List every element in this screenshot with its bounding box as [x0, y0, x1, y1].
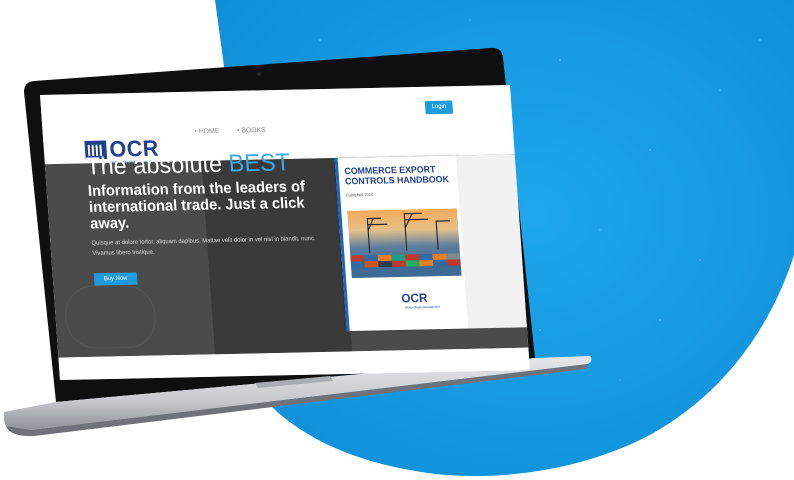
book-cover[interactable]: COMMERCE EXPORT CONTROLS HANDBOOK Publis… — [334, 155, 472, 332]
hero-headline-highlight: BEST — [227, 148, 291, 178]
webcam-icon — [257, 72, 261, 76]
book-title: COMMERCE EXPORT CONTROLS HANDBOOK — [344, 164, 450, 187]
main-nav: HOME BOOKS — [194, 127, 266, 136]
hero-subheadline: Information from the leaders of internat… — [87, 178, 306, 233]
hero-headline-prefix: The absolute — [85, 150, 230, 181]
nav-item-books[interactable]: BOOKS — [237, 127, 266, 135]
book-logo-subtext: Global Trade Management — [404, 304, 440, 310]
book-edition: Published 2020 — [345, 191, 374, 198]
hero-decor-shape — [63, 284, 158, 350]
port-cranes-image — [350, 212, 462, 279]
laptop-screen: OCR Global Trade Management HOME BOOKS L… — [40, 85, 530, 381]
site-header — [40, 85, 514, 144]
hero-headline: The absolute BEST — [85, 149, 291, 182]
book-logo-text: OCR — [400, 290, 428, 306]
login-button[interactable]: Login — [424, 100, 454, 115]
hero-right-panel — [456, 154, 527, 329]
nav-item-home[interactable]: HOME — [194, 128, 220, 136]
buy-now-button[interactable]: Buy Now — [93, 272, 138, 286]
book-cover-photo — [347, 208, 462, 279]
